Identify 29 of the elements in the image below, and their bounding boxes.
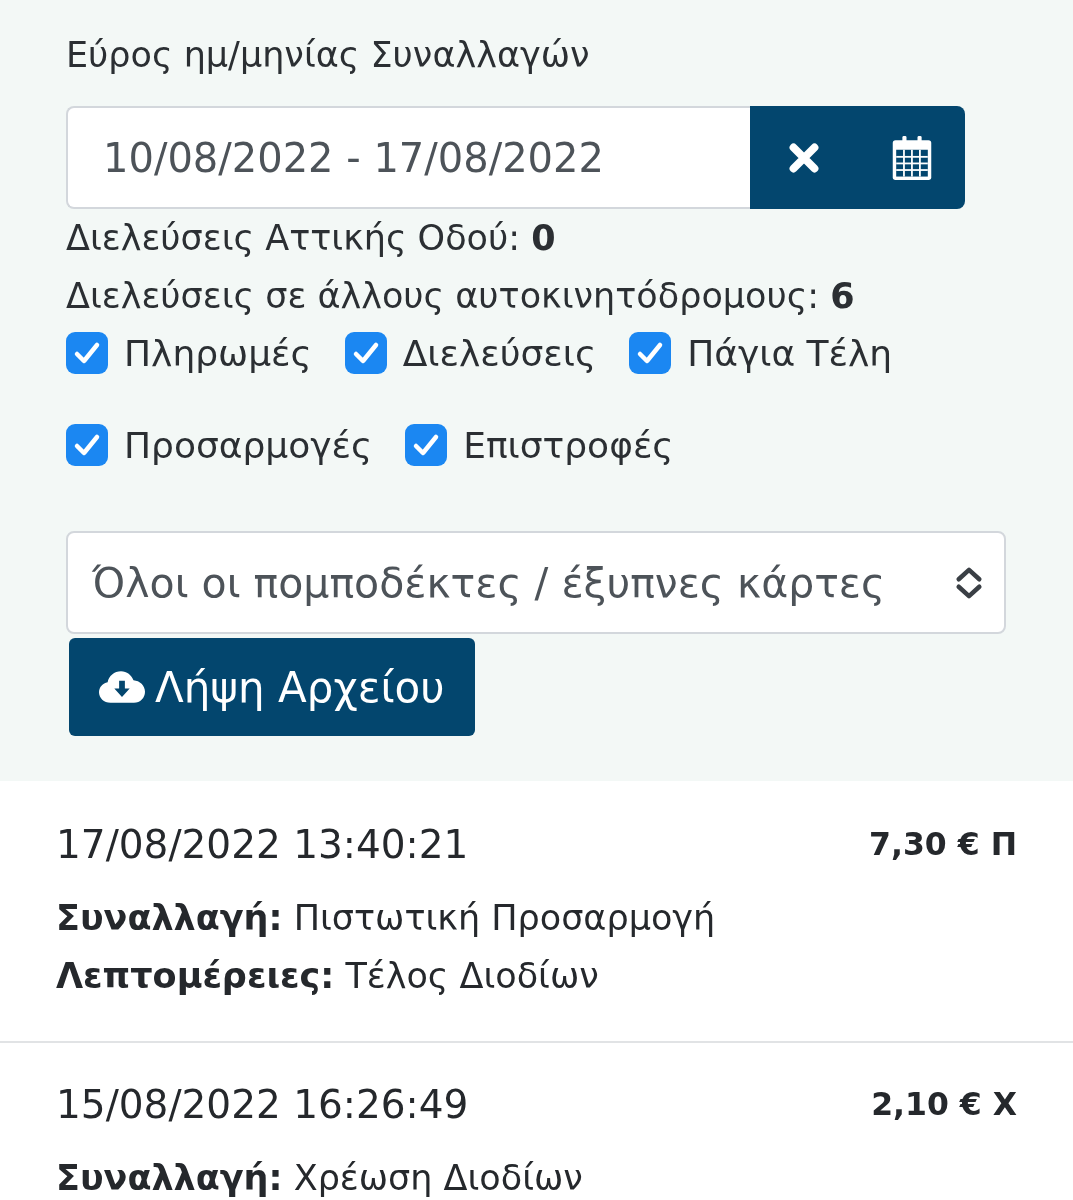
chevron-updown-icon — [954, 565, 984, 600]
passage-count-text: Διελεύσεις σε άλλους αυτοκινητόδρομους: 6 — [66, 275, 856, 318]
transaction-datetime: 17/08/2022 13:40:21 — [56, 821, 469, 867]
calendar-icon — [891, 135, 932, 180]
date-range-label: Εύρος ημ/μηνίας Συναλλαγών — [66, 34, 591, 77]
transaction-amount: 2,10 € Χ — [871, 1086, 1017, 1122]
transaction-detail: Συναλλαγή: Πιστωτική Προσαρμογή — [56, 897, 717, 940]
cloud-download-icon — [99, 670, 145, 704]
checkbox-label[interactable]: Επιστροφές — [463, 424, 674, 466]
download-file-button[interactable]: Λήψη Αρχείου — [69, 638, 475, 736]
close-icon — [789, 142, 819, 173]
checkbox[interactable] — [66, 424, 108, 466]
transaction-datetime: 15/08/2022 16:26:49 — [56, 1081, 469, 1127]
passage-count-text: Διελεύσεις Αττικής Οδού: 0 — [66, 217, 557, 260]
checkbox[interactable] — [344, 332, 387, 374]
checkbox[interactable] — [66, 332, 108, 374]
date-range-field[interactable]: 10/08/2022 - 17/08/2022 — [66, 106, 750, 209]
transaction-detail: Συναλλαγή: Χρέωση Διοδίων — [56, 1157, 584, 1200]
checkbox-label[interactable]: Πάγια Τέλη — [687, 332, 893, 374]
clear-button[interactable] — [750, 106, 858, 209]
calendar-button[interactable] — [858, 106, 965, 209]
transaction-detail: Λεπτομέρειες: Τέλος Διοδίων — [56, 955, 600, 998]
checkbox-label[interactable]: Προσαρμογές — [124, 424, 373, 466]
checkbox[interactable] — [405, 424, 448, 466]
checkbox-label[interactable]: Πληρωμές — [124, 332, 312, 374]
checkbox-label[interactable]: Διελεύσεις — [402, 332, 597, 374]
transaction-amount: 7,30 € Π — [869, 826, 1017, 862]
checkbox[interactable] — [629, 332, 672, 374]
transponder-select[interactable]: Όλοι οι πομποδέκτες / έξυπνες κάρτες — [66, 531, 1006, 634]
